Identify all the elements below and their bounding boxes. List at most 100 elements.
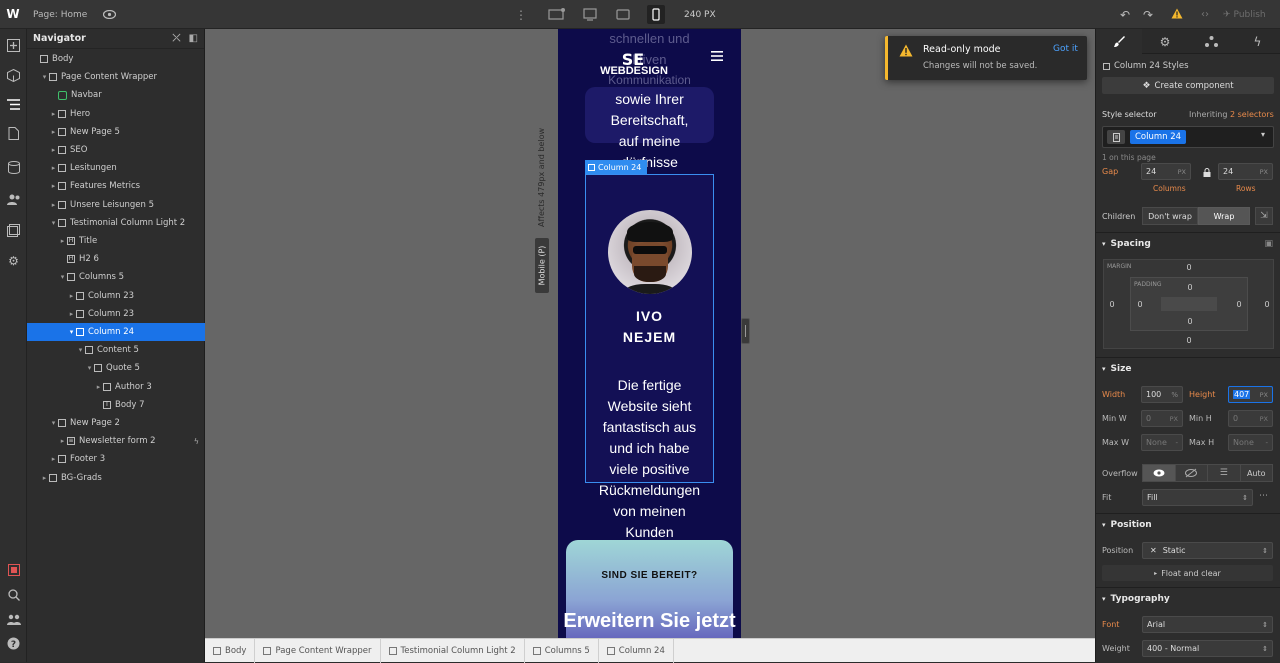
pages-icon[interactable] <box>5 125 22 142</box>
min-w-input[interactable]: 0 PX <box>1141 410 1183 427</box>
cms-icon[interactable] <box>5 159 22 176</box>
wrap-toggle[interactable]: Wrap <box>1198 207 1250 225</box>
position-select[interactable]: ✕ Static ⇕ <box>1142 542 1273 559</box>
users-icon[interactable] <box>5 191 22 208</box>
selector-dropdown-icon[interactable]: ▾ <box>1261 130 1265 139</box>
navigator-item[interactable]: Body <box>27 50 205 68</box>
navigator-item[interactable]: ▾ Content 5 <box>27 341 205 359</box>
navigator-item[interactable]: H H2 6 <box>27 250 205 268</box>
collaborators-icon[interactable] <box>5 611 22 628</box>
breadcrumb-item[interactable]: Body <box>205 638 256 663</box>
breadcrumb-item[interactable]: Columns 5 <box>525 638 599 663</box>
height-input[interactable]: 407 PX <box>1228 386 1273 403</box>
publish-button[interactable]: ✈ Publish <box>1223 8 1266 21</box>
navigator-icon[interactable] <box>5 96 22 113</box>
selected-element-label[interactable]: Column 24 <box>585 160 647 174</box>
desktop-breakpoint-icon[interactable] <box>581 6 598 23</box>
font-select[interactable]: Arial ⇕ <box>1142 616 1273 633</box>
typography-section-header[interactable]: ▾ Typography <box>1096 587 1280 609</box>
dont-wrap-toggle[interactable]: Don't wrap <box>1142 207 1198 225</box>
navigator-item[interactable]: ▸ Features Metrics <box>27 177 205 195</box>
selector-tag[interactable]: Column 24 <box>1130 130 1187 144</box>
max-w-input[interactable]: None - <box>1141 434 1183 451</box>
breadcrumb-item[interactable]: Page Content Wrapper <box>255 638 381 663</box>
overflow-visible-eye-icon[interactable] <box>1143 465 1175 481</box>
weight-select[interactable]: 400 - Normal ⇕ <box>1142 640 1273 657</box>
components-icon[interactable] <box>5 67 22 84</box>
collapse-arrow-icon[interactable]: ▾ <box>40 73 49 81</box>
more-options-icon[interactable]: ⋮ <box>515 7 527 22</box>
overflow-auto-button[interactable]: Auto <box>1239 465 1273 481</box>
navigator-item[interactable]: ▸ SEO <box>27 141 205 159</box>
webflow-logo[interactable]: W <box>5 7 21 21</box>
navigator-item[interactable]: ▸ ≡ Newsletter form 2 ϟ <box>27 432 205 450</box>
navigator-item[interactable]: ▾ Column 24 <box>27 323 205 341</box>
page-selector[interactable]: Page: Home <box>33 8 87 21</box>
gap-rows-input[interactable]: 24 PX <box>1218 163 1273 180</box>
margin-right-value[interactable]: 0 <box>1262 300 1272 309</box>
hamburger-menu-icon[interactable] <box>711 51 725 63</box>
navigator-item[interactable]: ▾ Columns 5 <box>27 268 205 286</box>
code-icon[interactable]: ‹› <box>1197 7 1213 22</box>
navigator-item[interactable]: ▾ New Page 2 <box>27 414 205 432</box>
expand-arrow-icon[interactable]: ▸ <box>49 110 58 118</box>
navigator-item[interactable]: Navbar <box>27 86 205 104</box>
expand-arrow-icon[interactable]: ▸ <box>49 146 58 154</box>
gap-lock-icon[interactable] <box>1203 168 1211 177</box>
undo-icon[interactable]: ↶ <box>1118 7 1132 22</box>
min-h-input[interactable]: 0 PX <box>1228 410 1273 427</box>
search-icon[interactable] <box>5 586 22 603</box>
spacing-options-icon[interactable]: ▣ <box>1264 239 1273 249</box>
site-logo-text[interactable]: WEBDESIGN <box>592 65 676 77</box>
navigator-item[interactable]: ▸ Unsere Leisungen 5 <box>27 196 205 214</box>
wrap-options-icon[interactable]: ⇲ <box>1255 207 1273 225</box>
navigator-item[interactable]: T Body 7 <box>27 396 205 414</box>
collapse-arrow-icon[interactable]: ▾ <box>58 273 67 281</box>
expand-arrow-icon[interactable]: ▸ <box>40 474 49 482</box>
mobile-breakpoint-icon[interactable] <box>647 5 665 24</box>
desktop-large-breakpoint-icon[interactable] <box>546 6 566 23</box>
expand-arrow-icon[interactable]: ▸ <box>49 182 58 190</box>
navigator-item[interactable]: ▾ Page Content Wrapper <box>27 68 205 86</box>
navigator-item[interactable]: ▸ Column 23 <box>27 305 205 323</box>
position-section-header[interactable]: ▾ Position <box>1096 513 1280 535</box>
navigator-item[interactable]: ▸ New Page 5 <box>27 123 205 141</box>
collapse-arrow-icon[interactable]: ▾ <box>67 328 76 336</box>
style-manager-icon[interactable] <box>1188 29 1234 54</box>
inheriting-selectors-link[interactable]: 2 selectors <box>1230 110 1274 119</box>
max-h-input[interactable]: None - <box>1228 434 1273 451</box>
interactions-bolt-icon[interactable]: ϟ <box>1234 29 1280 54</box>
help-icon[interactable]: ? <box>5 635 22 652</box>
collapse-arrow-icon[interactable]: ▾ <box>49 419 58 427</box>
collapse-arrow-icon[interactable]: ▾ <box>49 219 58 227</box>
navigator-item[interactable]: ▸ Column 23 <box>27 287 205 305</box>
fit-select[interactable]: Fill ⇕ <box>1142 489 1253 506</box>
fit-more-icon[interactable]: ⋯ <box>1259 491 1268 501</box>
navigator-item[interactable]: ▸ Footer 3 <box>27 450 205 468</box>
expand-arrow-icon[interactable]: ▸ <box>67 310 76 318</box>
overflow-scroll-icon[interactable]: ☰ <box>1207 465 1240 481</box>
element-settings-gear-icon[interactable]: ⚙ <box>1142 29 1188 54</box>
padding-bottom-value[interactable]: 0 <box>1185 317 1195 326</box>
expand-arrow-icon[interactable]: ▸ <box>94 383 103 391</box>
redo-icon[interactable]: ↷ <box>1141 7 1155 22</box>
float-and-clear-toggle[interactable]: ▸ Float and clear <box>1102 565 1273 581</box>
settings-gear-icon[interactable]: ⚙ <box>5 252 22 269</box>
navigator-item[interactable]: ▸ H Title <box>27 232 205 250</box>
navigator-item[interactable]: ▸ Author 3 <box>27 378 205 396</box>
expand-arrow-icon[interactable]: ▸ <box>49 455 58 463</box>
assets-icon[interactable] <box>5 222 22 239</box>
record-icon[interactable] <box>5 561 22 578</box>
overflow-hidden-icon[interactable] <box>1174 465 1208 481</box>
breadcrumb-item[interactable]: Column 24 <box>599 638 674 663</box>
padding-box[interactable]: PADDING 0 0 0 0 <box>1130 277 1248 331</box>
expand-arrow-icon[interactable]: ▸ <box>58 237 67 245</box>
collapse-arrow-icon[interactable]: ▾ <box>76 346 85 354</box>
style-selector-field[interactable]: Column 24 ▾ <box>1102 126 1274 148</box>
width-input[interactable]: 100% <box>1141 386 1183 403</box>
expand-arrow-icon[interactable]: ▸ <box>49 128 58 136</box>
tablet-breakpoint-icon[interactable] <box>614 6 631 23</box>
margin-bottom-value[interactable]: 0 <box>1184 336 1194 345</box>
breadcrumb-item[interactable]: Testimonial Column Light 2 <box>381 638 525 663</box>
navigator-item[interactable]: ▾ Testimonial Column Light 2 <box>27 214 205 232</box>
